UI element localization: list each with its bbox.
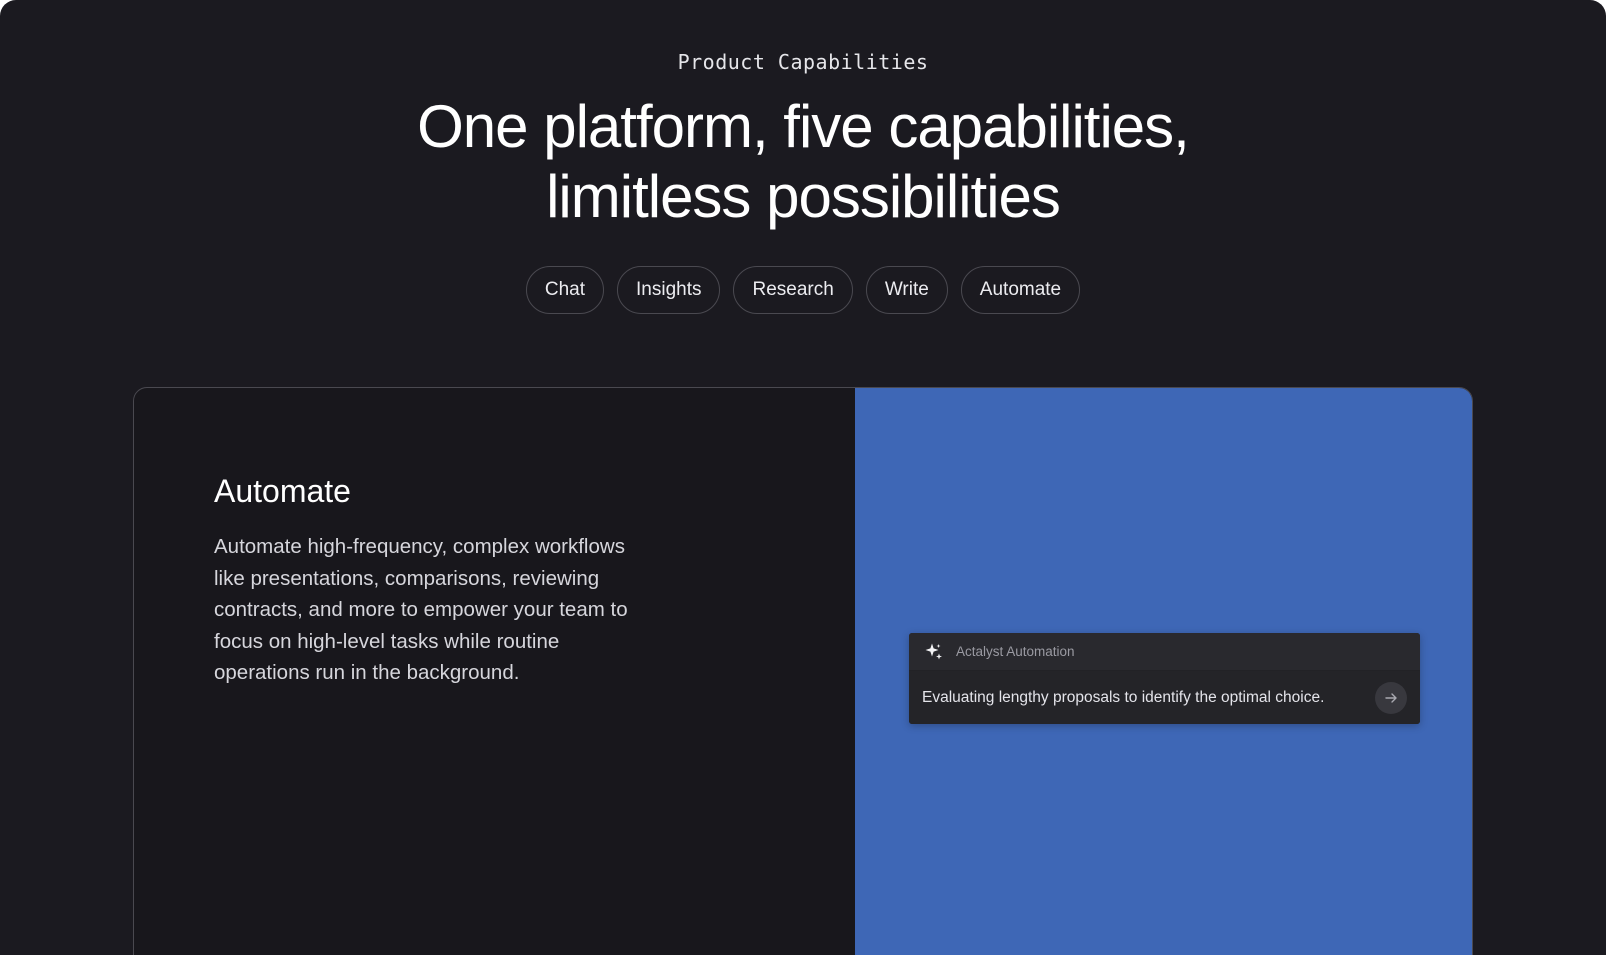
feature-illustration-panel: Actalyst Automation Evaluating lengthy p… [855, 388, 1472, 955]
sparkle-icon [925, 643, 942, 659]
automation-prompt-row: Evaluating lengthy proposals to identify… [909, 671, 1420, 724]
capability-tabs: Chat Insights Research Write Automate [0, 266, 1606, 314]
tab-write[interactable]: Write [865, 266, 948, 314]
tab-chat[interactable]: Chat [525, 266, 604, 314]
automation-prompt-text: Evaluating lengthy proposals to identify… [922, 688, 1325, 706]
headline-line-1: One platform, five capabilities, [417, 93, 1190, 160]
automation-widget-header: Actalyst Automation [909, 633, 1420, 671]
send-button[interactable] [1375, 682, 1407, 714]
tab-research[interactable]: Research [733, 266, 853, 314]
section-eyebrow: Product Capabilities [677, 50, 929, 74]
feature-title: Automate [214, 473, 351, 509]
capabilities-section: Product Capabilities One platform, five … [0, 0, 1606, 955]
tab-automate[interactable]: Automate [960, 266, 1081, 314]
arrow-right-icon [1385, 693, 1397, 703]
feature-description: Automate high-frequency, complex workflo… [214, 535, 628, 684]
automation-name: Actalyst Automation [956, 644, 1075, 659]
feature-text-panel: Automate Automate high-frequency, comple… [134, 388, 854, 955]
feature-card: Automate Automate high-frequency, comple… [133, 387, 1473, 955]
tab-insights[interactable]: Insights [617, 266, 721, 314]
automation-widget: Actalyst Automation Evaluating lengthy p… [909, 633, 1420, 724]
section-headline: One platform, five capabilities, limitle… [0, 92, 1606, 232]
headline-line-2: limitless possibilities [546, 163, 1061, 230]
